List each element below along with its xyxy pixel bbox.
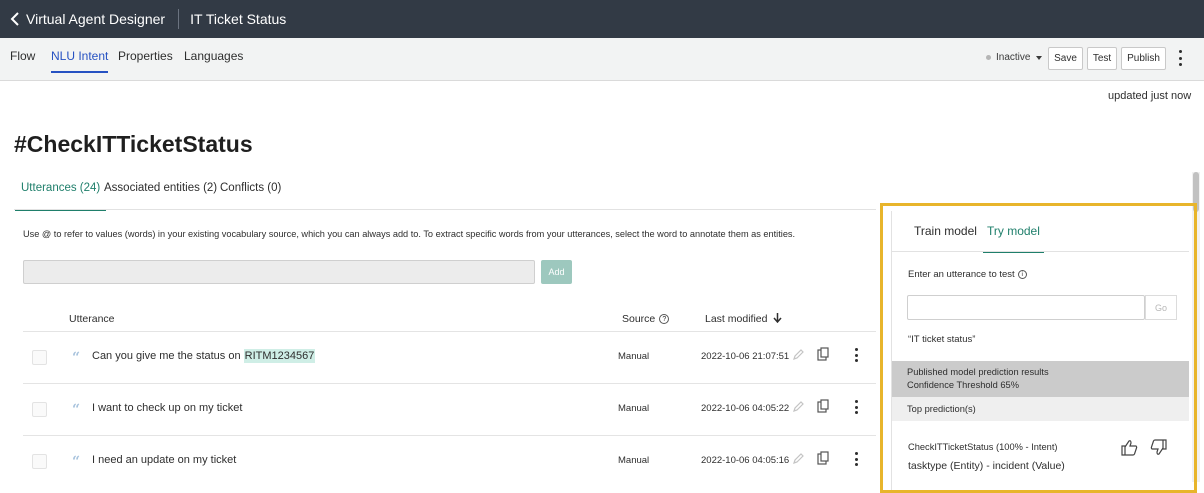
copy-icon[interactable] [817, 399, 829, 413]
chevron-left-icon [10, 12, 19, 26]
pencil-icon[interactable] [792, 452, 805, 465]
source-cell: Manual [618, 403, 650, 414]
help-text: Use @ to refer to values (words) in your… [23, 229, 796, 239]
tab-flow[interactable]: Flow [10, 38, 35, 81]
modified-cell: 2022-10-06 21:07:51 [701, 351, 790, 362]
header-last-modified[interactable]: Last modified [705, 313, 782, 325]
source-cell: Manual [618, 351, 650, 362]
tab-associated-entities[interactable]: Associated entities (2) [104, 182, 217, 210]
row-checkbox[interactable] [32, 350, 47, 365]
tab-nlu-intent[interactable]: NLU Intent [51, 38, 109, 81]
utterance-plain-text: Can you give me the status on [92, 350, 244, 362]
utterance-input[interactable] [23, 260, 535, 284]
highlight-frame [880, 203, 1197, 493]
utterance-text[interactable]: Can you give me the status on RITM123456… [92, 349, 316, 363]
header-utterance: Utterance [69, 313, 115, 325]
header-source: Source? [622, 313, 670, 325]
tab-properties[interactable]: Properties [118, 38, 173, 81]
row-more-icon[interactable] [853, 348, 859, 362]
modified-cell: 2022-10-06 04:05:16 [701, 455, 790, 466]
utterance-text[interactable]: I want to check up on my ticket [92, 402, 242, 414]
arrow-down-icon [773, 313, 782, 324]
help-icon[interactable]: ? [659, 314, 670, 325]
add-button[interactable]: Add [541, 260, 572, 284]
status-dropdown[interactable]: Inactive [986, 52, 1043, 63]
table-row: “ I want to check up on my ticket Manual… [23, 383, 876, 435]
quote-icon: “ [72, 454, 81, 470]
row-checkbox[interactable] [32, 454, 47, 469]
top-bar: Virtual Agent Designer IT Ticket Status [0, 0, 1204, 38]
designer-nav: Flow NLU Intent Properties Languages Ina… [0, 38, 1204, 81]
tab-utterances[interactable]: Utterances (24) [14, 182, 107, 211]
quote-icon: “ [72, 402, 81, 418]
more-options-icon[interactable] [1177, 50, 1183, 66]
modified-cell: 2022-10-06 04:05:22 [701, 403, 790, 414]
row-checkbox[interactable] [32, 402, 47, 417]
pencil-icon[interactable] [792, 348, 805, 361]
tab-conflicts[interactable]: Conflicts (0) [220, 182, 281, 210]
table-row: “ Can you give me the status on RITM1234… [23, 331, 876, 383]
source-cell: Manual [618, 455, 650, 466]
title-divider [178, 9, 180, 29]
row-more-icon[interactable] [853, 400, 859, 414]
copy-icon[interactable] [817, 451, 829, 465]
updated-status: updated just now [1108, 90, 1192, 102]
header-source-label: Source [622, 313, 656, 325]
document-title: IT Ticket Status [190, 11, 287, 27]
utterance-text[interactable]: I need an update on my ticket [92, 454, 236, 466]
status-label: Inactive [996, 52, 1031, 63]
intent-title: #CheckITTicketStatus [14, 131, 253, 157]
status-dot-icon [986, 55, 991, 60]
copy-icon[interactable] [817, 347, 829, 361]
test-button[interactable]: Test [1087, 47, 1117, 70]
save-button[interactable]: Save [1048, 47, 1083, 70]
table-row: “ I need an update on my ticket Manual 2… [23, 435, 876, 487]
tabs-divider [14, 209, 876, 210]
quote-icon: “ [72, 350, 81, 366]
tab-languages[interactable]: Languages [184, 38, 243, 81]
publish-button[interactable]: Publish [1121, 47, 1166, 70]
pencil-icon[interactable] [792, 400, 805, 413]
back-button[interactable]: Virtual Agent Designer [0, 0, 165, 38]
header-last-modified-label: Last modified [705, 313, 768, 325]
entity-annotation[interactable]: RITM1234567 [243, 349, 316, 363]
caret-down-icon [1036, 55, 1043, 60]
app-title: Virtual Agent Designer [26, 11, 166, 27]
row-more-icon[interactable] [853, 452, 859, 466]
